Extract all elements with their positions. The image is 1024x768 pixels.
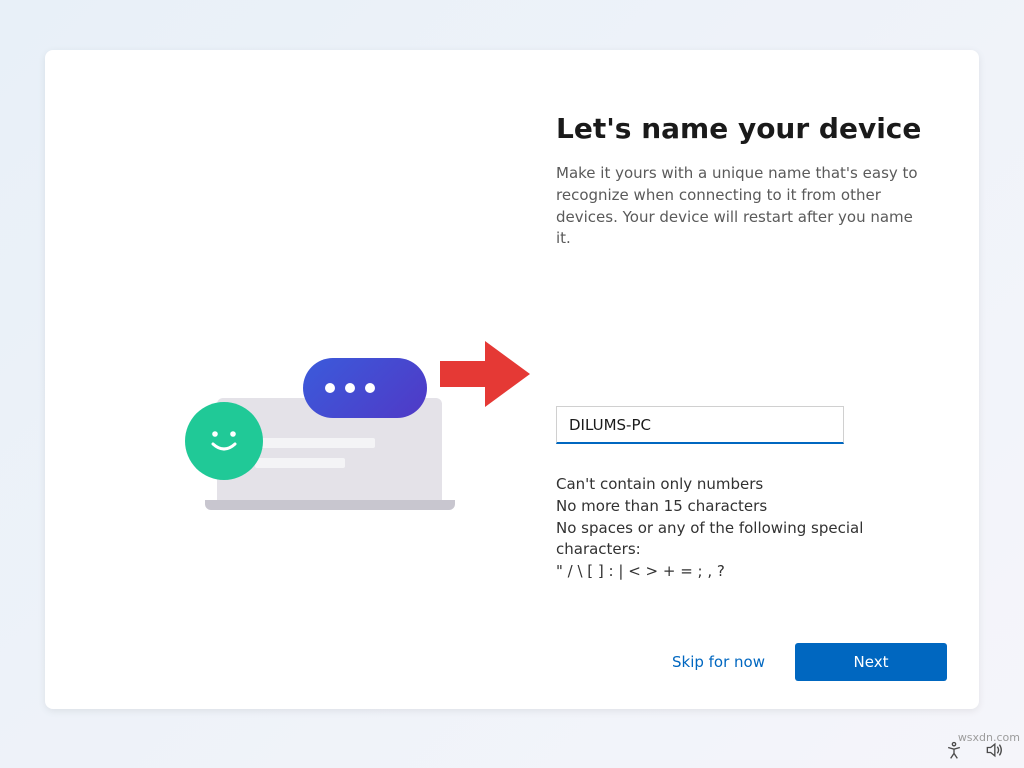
rule-numbers: Can't contain only numbers: [556, 474, 931, 496]
smiley-icon: [185, 402, 263, 480]
rule-length: No more than 15 characters: [556, 496, 931, 518]
placeholder-line-icon: [255, 458, 345, 468]
chat-bubble-icon: [303, 358, 427, 418]
dot-icon: [365, 383, 375, 393]
device-illustration: [175, 340, 455, 520]
dot-icon: [325, 383, 335, 393]
next-button[interactable]: Next: [795, 643, 947, 681]
laptop-base-icon: [205, 500, 455, 510]
naming-rules: Can't contain only numbers No more than …: [556, 474, 931, 583]
skip-link[interactable]: Skip for now: [672, 653, 765, 671]
illustration-pane: [45, 50, 512, 709]
device-name-input[interactable]: [556, 406, 844, 444]
placeholder-line-icon: [255, 438, 375, 448]
page-title: Let's name your device: [556, 112, 931, 145]
setup-card: Let's name your device Make it yours wit…: [45, 50, 979, 709]
page-subtitle: Make it yours with a unique name that's …: [556, 163, 931, 250]
action-row: Skip for now Next: [672, 643, 947, 681]
watermark: wsxdn.com: [958, 731, 1020, 744]
device-name-field-wrap: [556, 406, 931, 444]
form-pane: Let's name your device Make it yours wit…: [512, 50, 979, 709]
rule-chars: No spaces or any of the following specia…: [556, 518, 931, 562]
rule-chars-list: " / \ [ ] : | < > + = ; , ?: [556, 561, 931, 583]
dot-icon: [345, 383, 355, 393]
